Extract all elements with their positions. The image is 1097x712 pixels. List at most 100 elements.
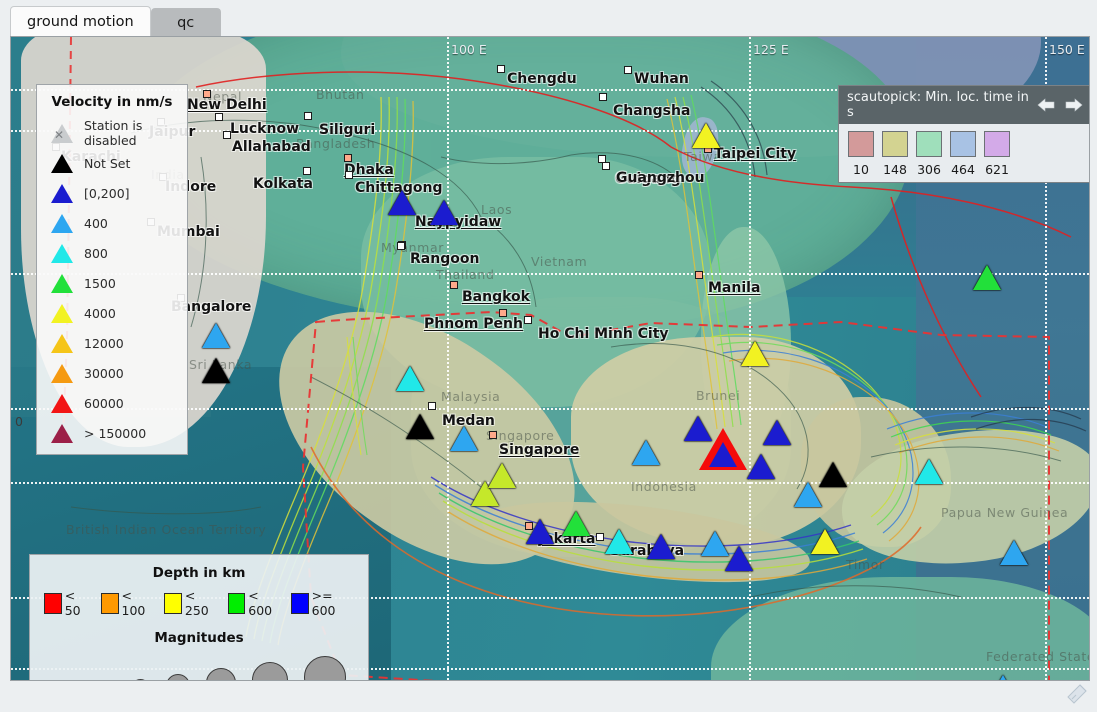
- velocity-legend-label: 12000: [84, 335, 124, 351]
- station-marker[interactable]: [450, 426, 478, 451]
- station-marker[interactable]: [488, 463, 516, 488]
- station-marker[interactable]: [647, 534, 675, 559]
- city-marker: [489, 431, 497, 439]
- magnitude-scale-item: 7: [251, 662, 303, 680]
- station-marker[interactable]: [915, 459, 943, 484]
- autopick-value: 464: [951, 162, 975, 177]
- velocity-legend-triangle-icon: [51, 363, 73, 383]
- station-marker[interactable]: [811, 529, 839, 554]
- magnitude-circle-icon: [303, 656, 346, 680]
- city-marker: [428, 402, 436, 410]
- depth-swatch: [290, 592, 309, 614]
- velocity-legend-triangle-icon: [51, 213, 73, 233]
- velocity-legend-item: Not Set: [47, 148, 177, 178]
- station-marker[interactable]: [1000, 540, 1028, 565]
- station-marker[interactable]: [973, 265, 1001, 290]
- magnitude-scale-item: 8: [303, 656, 361, 680]
- velocity-legend-item: 30000: [47, 358, 177, 388]
- station-marker[interactable]: [202, 323, 230, 348]
- city-marker: [524, 316, 532, 324]
- city-marker: [344, 154, 352, 162]
- arrow-right-icon[interactable]: [1065, 98, 1083, 112]
- depth-swatch-label: < 250: [184, 588, 209, 618]
- velocity-legend-title: Velocity in nm/s: [51, 94, 173, 110]
- magnitude-circle-icon: [205, 668, 236, 680]
- station-marker[interactable]: [562, 511, 590, 536]
- velocity-legend-label: 400: [84, 215, 108, 231]
- station-marker[interactable]: [632, 440, 660, 465]
- station-marker[interactable]: [747, 454, 775, 479]
- velocity-legend-triangle-icon: [51, 153, 73, 173]
- autopick-swatch: [984, 131, 1010, 157]
- disabled-cross-icon: ✕: [54, 127, 65, 142]
- station-marker[interactable]: [430, 200, 458, 225]
- station-marker[interactable]: [763, 420, 791, 445]
- velocity-legend-label: Not Set: [84, 155, 131, 171]
- city-marker: [624, 66, 632, 74]
- autopick-panel: scautopick: Min. loc. time in s 10 148 306…: [838, 85, 1089, 183]
- station-marker[interactable]: [989, 675, 1017, 680]
- velocity-legend-label: 1500: [84, 275, 116, 291]
- velocity-legend-item: 12000: [47, 328, 177, 358]
- velocity-legend-item: 400: [47, 208, 177, 238]
- tab-qc[interactable]: qc: [150, 8, 221, 36]
- station-marker[interactable]: [725, 546, 753, 571]
- depth-swatch: [164, 592, 182, 614]
- station-marker[interactable]: [202, 358, 230, 383]
- station-marker[interactable]: [692, 123, 720, 148]
- autopick-value-row: 10 148 306 464 621: [848, 162, 1082, 177]
- station-marker[interactable]: [684, 416, 712, 441]
- tab-ground-motion[interactable]: ground motion: [10, 6, 151, 36]
- depth-swatch-label: < 50: [64, 588, 81, 618]
- autopick-panel-title: scautopick: Min. loc. time in s: [847, 90, 1029, 120]
- city-marker: [345, 171, 353, 179]
- station-marker[interactable]: [526, 519, 554, 544]
- tab-qc-label: qc: [177, 14, 195, 31]
- velocity-legend-label: > 150000: [84, 425, 147, 441]
- velocity-legend-item: 1500: [47, 268, 177, 298]
- autopick-swatch: [882, 131, 908, 157]
- arrow-left-icon[interactable]: [1037, 98, 1055, 112]
- velocity-legend-triangle-icon: ✕: [51, 123, 73, 143]
- station-marker[interactable]: [406, 414, 434, 439]
- station-marker[interactable]: [709, 442, 737, 467]
- station-marker[interactable]: [396, 366, 424, 391]
- station-marker[interactable]: [388, 190, 416, 215]
- depth-swatch: [100, 592, 119, 614]
- map-view-window: ground motion qc 100 E 125 E 150 E 0 Nep…: [0, 0, 1097, 712]
- city-marker: [497, 65, 505, 73]
- velocity-legend-label: 30000: [84, 365, 124, 381]
- station-marker[interactable]: [605, 529, 633, 554]
- velocity-legend-item: [0,200]: [47, 178, 177, 208]
- city-marker: [223, 131, 231, 139]
- depth-swatch: [44, 592, 62, 614]
- tab-bar: ground motion qc: [10, 6, 221, 36]
- station-marker[interactable]: [741, 341, 769, 366]
- magnitude-scale-item: 6: [205, 668, 251, 680]
- map-canvas[interactable]: 100 E 125 E 150 E 0 Nepal Bhutan Banglades…: [10, 36, 1090, 681]
- city-marker: [450, 281, 458, 289]
- city-marker: [599, 93, 607, 101]
- station-marker[interactable]: [819, 462, 847, 487]
- autopick-swatch-row: [848, 131, 1082, 157]
- velocity-legend-triangle-icon: [51, 273, 73, 293]
- city-marker: [303, 167, 311, 175]
- autopick-value: 148: [883, 162, 907, 177]
- velocity-legend-item: ✕ Station is disabled: [47, 118, 177, 148]
- autopick-panel-body: 10 148 306 464 621: [839, 124, 1089, 182]
- magnitude-circle-icon: [130, 679, 150, 680]
- autopick-swatch: [916, 131, 942, 157]
- city-marker: [499, 309, 507, 317]
- depth-swatch: [227, 592, 246, 614]
- station-marker[interactable]: [794, 482, 822, 507]
- autopick-swatch: [848, 131, 874, 157]
- depth-legend-title: Depth in km: [152, 565, 246, 581]
- velocity-legend-triangle-icon: [51, 243, 73, 263]
- autopick-swatch: [950, 131, 976, 157]
- velocity-legend-triangle-icon: [51, 333, 73, 353]
- velocity-legend-triangle-icon: [51, 303, 73, 323]
- velocity-legend-label: Station is disabled: [84, 118, 143, 148]
- resize-grip-icon[interactable]: [1063, 682, 1089, 708]
- magnitude-circle-icon: [165, 674, 190, 680]
- velocity-legend-item: 800: [47, 238, 177, 268]
